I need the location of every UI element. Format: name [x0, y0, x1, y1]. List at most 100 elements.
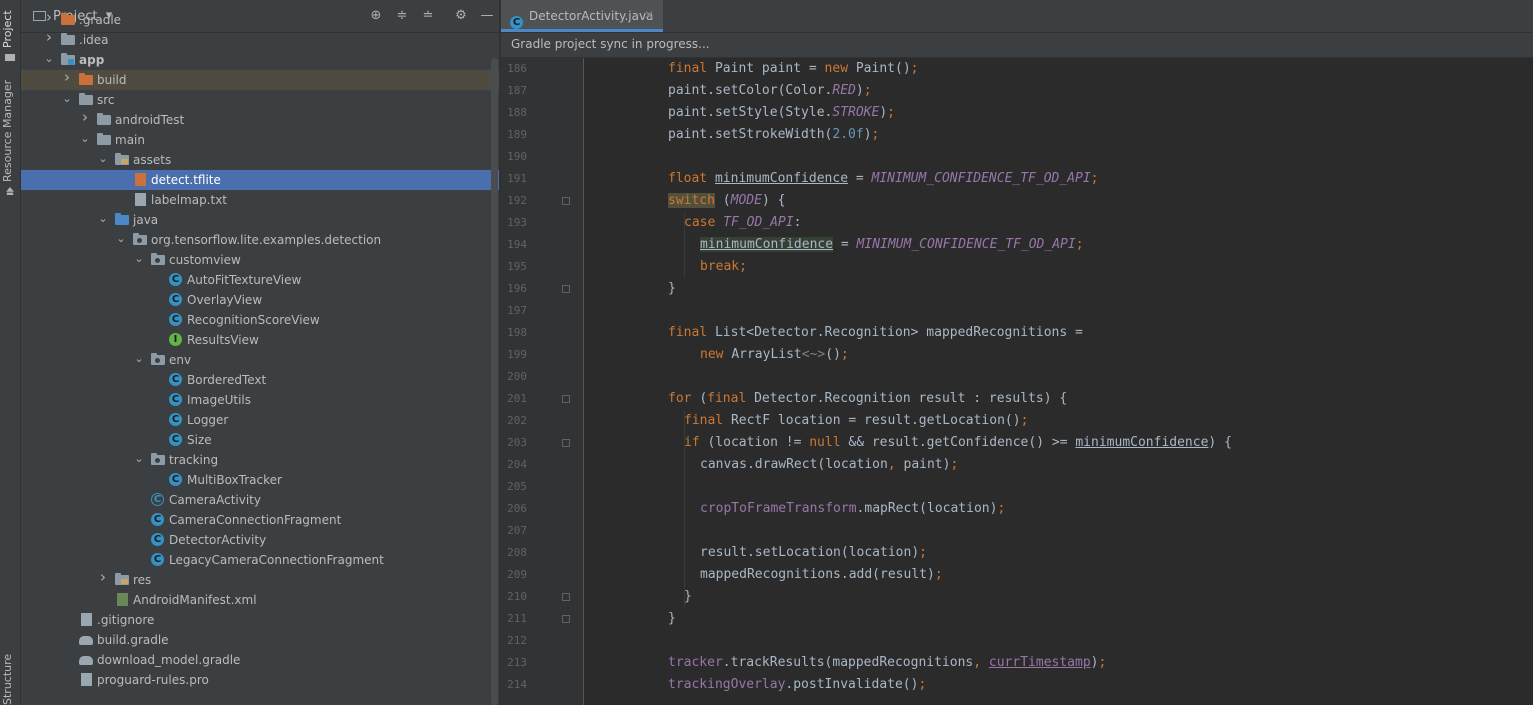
structure-tool-tab[interactable]: Structure [1, 654, 14, 705]
tree-row[interactable]: ⌄ tracking [21, 450, 499, 470]
project-tool-tab[interactable]: Project [1, 10, 14, 48]
tree-row[interactable]: download_model.gradle [21, 650, 499, 670]
line-number[interactable]: 198 [501, 322, 527, 344]
tree-row[interactable]: ⌄ customview [21, 250, 499, 270]
tree-row[interactable]: proguard-rules.pro [21, 670, 499, 690]
code-line[interactable]: final Paint paint = new Paint(); [668, 58, 918, 80]
tree-row[interactable]: labelmap.txt [21, 190, 499, 210]
code-line[interactable]: final List<Detector.Recognition> mappedR… [668, 322, 1083, 344]
tree-row[interactable]: › .gradle [21, 10, 499, 30]
chevron-down-icon[interactable]: ⌄ [133, 452, 145, 466]
code-line[interactable]: float minimumConfidence = MINIMUM_CONFID… [668, 168, 1099, 190]
tree-row[interactable]: C DetectorActivity [21, 530, 499, 550]
line-number[interactable]: 196 [501, 278, 527, 300]
code-line[interactable]: case TF_OD_API: [684, 212, 801, 234]
tree-row[interactable]: C RecognitionScoreView [21, 310, 499, 330]
tree-row[interactable]: C ImageUtils [21, 390, 499, 410]
line-number[interactable]: 190 [501, 146, 527, 168]
code-line[interactable]: canvas.drawRect(location, paint); [700, 454, 958, 476]
tree-row[interactable]: ⌄ env [21, 350, 499, 370]
tree-row[interactable]: build.gradle [21, 630, 499, 650]
line-number[interactable]: 192 [501, 190, 527, 212]
line-number[interactable]: 212 [501, 630, 527, 652]
line-number[interactable]: 188 [501, 102, 527, 124]
tree-row[interactable]: ⌄ java [21, 210, 499, 230]
line-number[interactable]: 197 [501, 300, 527, 322]
code-line[interactable]: final RectF location = result.getLocatio… [684, 410, 1028, 432]
code-line[interactable]: paint.setStrokeWidth(2.0f); [668, 124, 879, 146]
line-number[interactable]: 205 [501, 476, 527, 498]
fold-marker-icon[interactable] [562, 285, 570, 293]
chevron-right-icon[interactable]: › [43, 30, 55, 45]
line-number[interactable]: 200 [501, 366, 527, 388]
chevron-down-icon[interactable]: ⌄ [97, 212, 109, 226]
tree-row[interactable]: C Size [21, 430, 499, 450]
fold-marker-icon[interactable] [562, 593, 570, 601]
chevron-down-icon[interactable]: ⌄ [133, 352, 145, 366]
code-line[interactable]: break; [700, 256, 747, 278]
code-line[interactable]: switch (MODE) { [668, 190, 785, 212]
close-icon[interactable]: ✕ [644, 8, 654, 22]
line-number[interactable]: 213 [501, 652, 527, 674]
line-number[interactable]: 189 [501, 124, 527, 146]
tree-row[interactable]: C Logger [21, 410, 499, 430]
chevron-down-icon[interactable]: ⌄ [43, 52, 55, 66]
tree-row[interactable]: › androidTest [21, 110, 499, 130]
chevron-right-icon[interactable]: › [97, 570, 109, 585]
tree-row[interactable]: AndroidManifest.xml [21, 590, 499, 610]
line-number[interactable]: 209 [501, 564, 527, 586]
project-scrollbar[interactable] [491, 58, 498, 705]
line-number[interactable]: 199 [501, 344, 527, 366]
tree-row[interactable]: ⌄ assets [21, 150, 499, 170]
line-number[interactable]: 208 [501, 542, 527, 564]
code-line[interactable]: minimumConfidence = MINIMUM_CONFIDENCE_T… [700, 234, 1084, 256]
tree-row[interactable]: ⌄ app [21, 50, 499, 70]
code-line[interactable]: trackingOverlay.postInvalidate(); [668, 674, 926, 696]
line-number[interactable]: 194 [501, 234, 527, 256]
code-line[interactable]: for (final Detector.Recognition result :… [668, 388, 1067, 410]
chevron-down-icon[interactable]: ⌄ [133, 252, 145, 266]
code-line[interactable]: paint.setColor(Color.RED); [668, 80, 872, 102]
line-number[interactable]: 193 [501, 212, 527, 234]
line-number[interactable]: 191 [501, 168, 527, 190]
code-line[interactable]: paint.setStyle(Style.STROKE); [668, 102, 895, 124]
fold-marker-icon[interactable] [562, 395, 570, 403]
line-number[interactable]: 207 [501, 520, 527, 542]
chevron-right-icon[interactable]: › [79, 110, 91, 125]
code-line[interactable]: if (location != null && result.getConfid… [684, 432, 1232, 454]
tree-row[interactable]: ⌄ main [21, 130, 499, 150]
line-number[interactable]: 186 [501, 58, 527, 80]
chevron-down-icon[interactable]: ⌄ [97, 152, 109, 166]
line-number[interactable]: 206 [501, 498, 527, 520]
code-line[interactable]: mappedRecognitions.add(result); [700, 564, 943, 586]
resource-manager-tool-tab[interactable]: Resource Manager [1, 80, 14, 182]
tree-row[interactable]: I ResultsView [21, 330, 499, 350]
chevron-down-icon[interactable]: ⌄ [61, 92, 73, 106]
tree-row[interactable]: › res [21, 570, 499, 590]
tree-row[interactable]: C CameraActivity [21, 490, 499, 510]
tree-row[interactable]: C AutoFitTextureView [21, 270, 499, 290]
line-number[interactable]: 210 [501, 586, 527, 608]
line-number[interactable]: 201 [501, 388, 527, 410]
code-line[interactable]: tracker.trackResults(mappedRecognitions,… [668, 652, 1106, 674]
tree-row[interactable]: C LegacyCameraConnectionFragment [21, 550, 499, 570]
line-number[interactable]: 195 [501, 256, 527, 278]
line-number[interactable]: 211 [501, 608, 527, 630]
code-line[interactable]: cropToFrameTransform.mapRect(location); [700, 498, 1005, 520]
tree-row[interactable]: › .idea [21, 30, 499, 50]
line-number[interactable]: 214 [501, 674, 527, 696]
chevron-right-icon[interactable]: › [61, 70, 73, 85]
tree-row[interactable]: ⌄ src [21, 90, 499, 110]
line-number[interactable]: 204 [501, 454, 527, 476]
code-line[interactable]: } [668, 608, 676, 630]
tree-row[interactable]: C OverlayView [21, 290, 499, 310]
tree-row[interactable]: ⌄ org.tensorflow.lite.examples.detection [21, 230, 499, 250]
tree-row[interactable]: C MultiBoxTracker [21, 470, 499, 490]
code-line[interactable]: } [684, 586, 692, 608]
tree-row[interactable]: detect.tflite [21, 170, 499, 190]
chevron-down-icon[interactable]: ⌄ [79, 132, 91, 146]
code-line[interactable]: } [668, 278, 676, 300]
fold-marker-icon[interactable] [562, 197, 570, 205]
tree-row[interactable]: › build [21, 70, 499, 90]
tree-row[interactable]: C CameraConnectionFragment [21, 510, 499, 530]
